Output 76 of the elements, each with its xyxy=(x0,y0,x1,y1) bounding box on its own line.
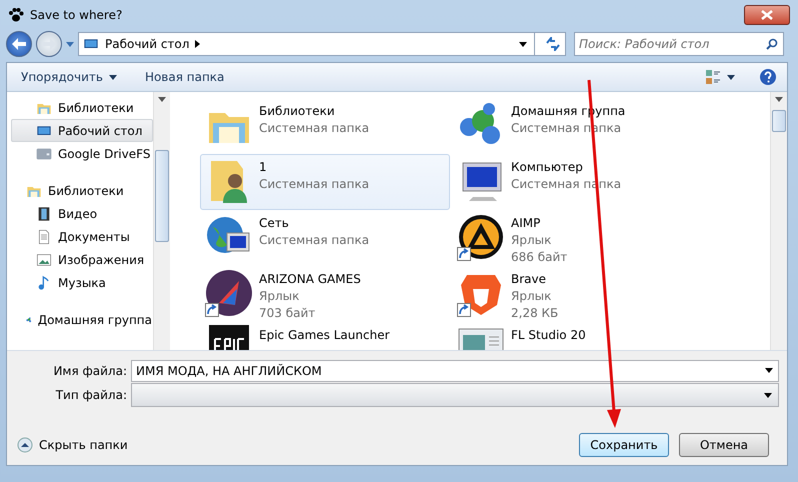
drive-icon xyxy=(36,146,52,162)
file-detail: Ярлык xyxy=(259,288,300,305)
file-name: FL Studio 20 xyxy=(511,327,586,344)
file-name: Brave xyxy=(511,271,548,288)
address-text: Рабочий стол xyxy=(105,37,190,51)
file-name: Сеть xyxy=(259,215,290,232)
help-icon[interactable] xyxy=(759,68,777,86)
sidebar-item[interactable]: Библиотеки xyxy=(11,179,153,202)
caret-icon xyxy=(775,96,783,102)
refresh-icon xyxy=(545,37,561,51)
close-button[interactable] xyxy=(744,5,790,25)
filetype-label: Тип файла: xyxy=(54,388,127,402)
cancel-button[interactable]: Отмена xyxy=(679,433,769,457)
search-field[interactable]: Поиск: Рабочий стол xyxy=(574,32,784,56)
arizona-games-logo-icon xyxy=(205,269,253,317)
new-folder-button[interactable]: Новая папка xyxy=(140,68,228,86)
paw-icon xyxy=(8,7,24,23)
file-item[interactable]: Библиотеки Системная папка xyxy=(200,98,450,154)
chevron-up-icon xyxy=(17,437,33,453)
file-item[interactable]: Brave Ярлык 2,28 КБ xyxy=(452,266,702,322)
caret-icon xyxy=(764,392,772,398)
file-item[interactable]: Сеть Системная папка xyxy=(200,210,450,266)
sidebar-item[interactable]: Документы xyxy=(11,225,153,248)
chevron-right-icon xyxy=(195,40,200,48)
sidebar-item[interactable]: Библиотеки xyxy=(11,96,153,119)
address-bar[interactable]: Рабочий стол xyxy=(78,32,566,56)
file-item[interactable]: 1 Системная папка xyxy=(200,154,450,210)
sidebar-item[interactable]: Google DriveFS xyxy=(11,142,153,165)
file-detail: Системная папка xyxy=(259,120,370,137)
image-icon xyxy=(36,252,52,268)
film-icon xyxy=(36,206,52,222)
file-detail: 2,28 КБ xyxy=(511,305,558,322)
filename-field[interactable]: ИМЯ МОДА, НА АНГЛИЙСКОМ xyxy=(131,360,779,382)
file-name: Библиотеки xyxy=(259,103,336,120)
sidebar-scrollbar[interactable] xyxy=(153,92,170,350)
file-name: 1 xyxy=(259,159,268,176)
files-scrollbar[interactable] xyxy=(770,92,787,350)
scrollbar-thumb[interactable] xyxy=(772,110,786,132)
file-name: ARIZONA GAMES xyxy=(259,271,361,288)
file-detail: Ярлык xyxy=(511,288,552,305)
file-detail: Ярлык xyxy=(511,232,552,249)
document-icon xyxy=(36,228,52,244)
sidebar-item[interactable]: Музыка xyxy=(11,271,153,294)
filename-label: Имя файла: xyxy=(52,364,127,378)
sidebar-item[interactable]: Рабочий стол xyxy=(11,119,153,142)
file-item[interactable]: AIMP Ярлык 686 байт xyxy=(452,210,702,266)
file-detail: 703 байт xyxy=(259,305,316,322)
aimp-logo-icon xyxy=(457,213,505,261)
hide-folders-button[interactable]: Скрыть папки xyxy=(17,437,128,453)
caret-icon xyxy=(765,368,773,373)
file-detail: Системная папка xyxy=(259,232,370,249)
back-button[interactable] xyxy=(6,31,32,57)
file-detail: Системная папка xyxy=(259,176,370,193)
view-icon xyxy=(705,69,721,85)
file-name: AIMP xyxy=(511,215,542,232)
close-icon xyxy=(761,10,773,20)
window-title: Save to where? xyxy=(30,8,122,22)
caret-icon xyxy=(66,42,74,46)
file-name: Компьютер xyxy=(511,159,584,176)
back-arrow-icon xyxy=(12,38,26,50)
caret-icon xyxy=(158,96,166,102)
scrollbar-thumb[interactable] xyxy=(155,150,169,242)
save-button[interactable]: Сохранить xyxy=(579,433,669,457)
organize-button[interactable]: Упорядочить xyxy=(17,68,121,86)
forward-arrow-icon xyxy=(42,38,56,50)
caret-icon xyxy=(518,42,526,46)
caret-icon xyxy=(727,74,735,80)
caret-icon xyxy=(108,74,117,80)
sidebar-item[interactable]: Домашняя группа xyxy=(11,308,153,331)
file-detail: 686 байт xyxy=(511,249,568,266)
sidebar-item[interactable]: Изображения xyxy=(11,248,153,271)
sidebar-item[interactable]: Видео xyxy=(11,202,153,225)
file-name: Epic Games Launcher xyxy=(259,327,390,344)
forward-button[interactable] xyxy=(36,31,62,57)
file-item[interactable]: ARIZONA GAMES Ярлык 703 байт xyxy=(200,266,450,322)
search-icon xyxy=(766,38,778,50)
